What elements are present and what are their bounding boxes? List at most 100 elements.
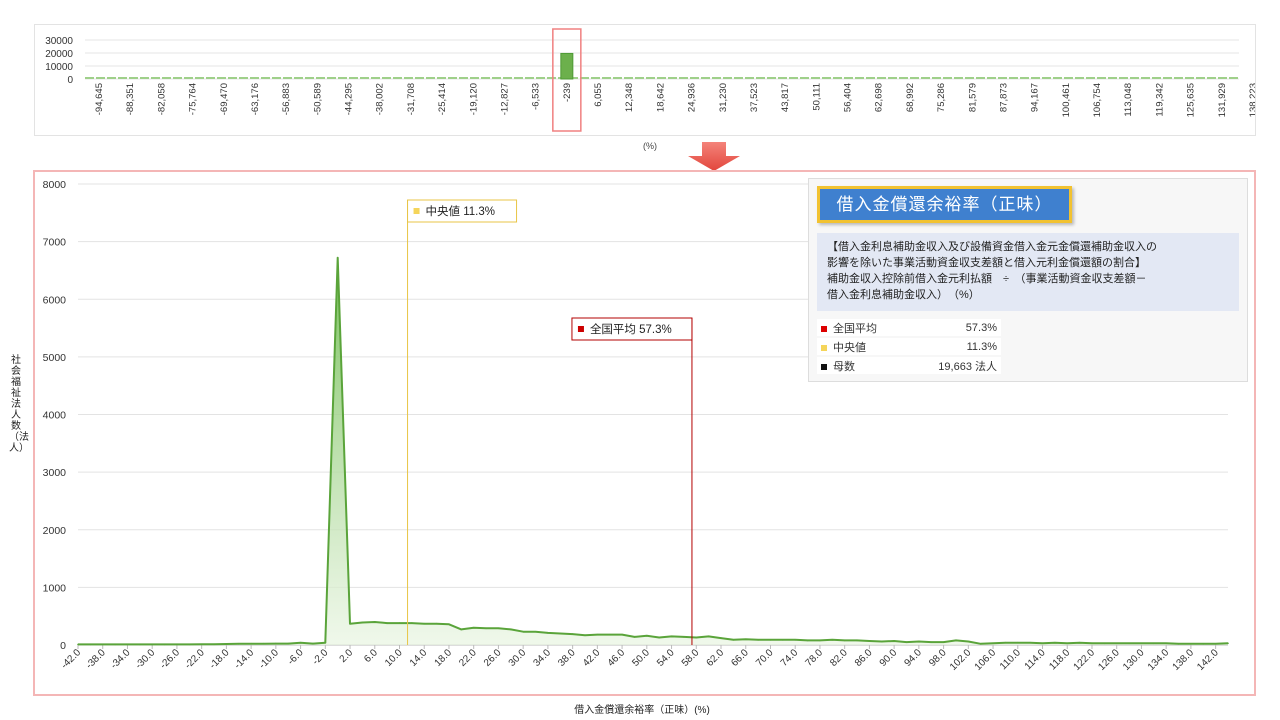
x-tick-label: 2.0	[338, 647, 356, 665]
data-point	[571, 633, 574, 635]
y-tick-label: 1000	[43, 582, 67, 594]
info-row-label: 全国平均	[833, 322, 877, 335]
data-point	[188, 643, 191, 646]
x-tick-label: 30.0	[507, 647, 529, 669]
x-tick-label: 54.0	[655, 647, 677, 669]
data-point	[89, 643, 92, 646]
data-point	[77, 643, 79, 646]
data-point	[1202, 643, 1205, 645]
data-point	[547, 632, 549, 634]
y-tick-label: 7000	[43, 237, 67, 249]
data-point	[522, 630, 524, 633]
info-desc-line: 補助金収入控除前借入金元利払額 ÷ （事業活動資金収支差額－	[827, 273, 1147, 285]
x-axis-title: 借入金償還余裕率（正味）(%)	[574, 705, 710, 716]
data-point	[918, 640, 920, 643]
data-point	[460, 628, 463, 631]
marker-square-icon	[413, 208, 420, 214]
info-row-value: 57.3%	[897, 319, 1001, 336]
data-point	[312, 642, 314, 645]
x-tick-label: 118.0	[1047, 647, 1072, 672]
data-point	[1214, 643, 1217, 645]
data-point	[720, 637, 722, 639]
marker-label-text: 全国平均 57.3%	[590, 322, 672, 336]
y-tick-label: 0	[60, 640, 66, 652]
data-point	[349, 622, 351, 625]
data-point	[608, 633, 611, 636]
x-tick-label: 114.0	[1023, 647, 1048, 672]
data-point	[646, 634, 648, 637]
data-point	[831, 639, 834, 641]
data-point	[1177, 643, 1180, 645]
y-tick-label: 4000	[43, 410, 67, 422]
data-point	[126, 643, 129, 646]
data-point	[744, 638, 747, 641]
data-point	[324, 641, 327, 644]
x-tick-label: 22.0	[457, 647, 479, 669]
data-point	[596, 633, 599, 636]
data-point	[868, 640, 871, 642]
info-row-value: 19,663 法人	[897, 357, 1001, 374]
data-point	[225, 643, 228, 645]
data-point	[287, 642, 290, 645]
x-tick-label: 66.0	[729, 647, 751, 669]
x-tick-label: 110.0	[998, 647, 1023, 672]
data-point	[151, 643, 153, 646]
data-point	[1054, 641, 1056, 644]
x-tick-label: -10.0	[257, 647, 281, 671]
data-point	[769, 639, 772, 641]
x-tick-label: 126.0	[1096, 647, 1122, 673]
data-point	[176, 643, 178, 646]
data-point	[472, 626, 475, 629]
x-tick-label: -18.0	[208, 647, 232, 671]
x-tick-label: 26.0	[482, 647, 504, 669]
x-tick-label: 58.0	[680, 647, 702, 669]
y-axis-title: 社会福祉法人数（法人）	[9, 355, 29, 454]
data-point	[757, 639, 759, 641]
data-point	[386, 622, 388, 624]
data-point	[633, 636, 636, 638]
data-point	[485, 627, 487, 630]
data-point	[139, 643, 141, 646]
data-point	[930, 641, 933, 643]
data-point	[992, 642, 994, 645]
info-stats-table: 全国平均 57.3% 中央値 11.3% 母数 19,663 法人	[817, 317, 1001, 376]
data-point	[1066, 642, 1069, 645]
y-tick-label: 6000	[43, 294, 67, 306]
data-point	[101, 643, 104, 646]
x-tick-label: -2.0	[310, 647, 330, 667]
data-point	[1103, 642, 1106, 645]
info-desc-line: 影響を除いた事業活動資金収支差額と借入元利金償還額の割合】	[827, 257, 1146, 269]
x-tick-label: 6.0	[362, 647, 380, 665]
data-point	[1128, 642, 1130, 645]
data-point	[1165, 642, 1167, 645]
data-point	[1029, 641, 1031, 644]
x-tick-label: -26.0	[158, 647, 182, 671]
data-point	[1078, 641, 1081, 644]
x-tick-label: -14.0	[232, 647, 256, 671]
count-square-icon	[821, 363, 827, 370]
data-point	[955, 639, 957, 642]
data-point	[880, 640, 883, 643]
data-point	[163, 643, 166, 646]
x-tick-label: 18.0	[433, 647, 455, 669]
x-tick-label: 78.0	[804, 647, 826, 669]
data-point	[979, 643, 982, 645]
data-point	[893, 640, 895, 642]
x-tick-label: 82.0	[828, 647, 850, 669]
data-point	[683, 636, 685, 638]
marker-label-text: 中央値 11.3%	[426, 205, 495, 218]
data-point	[361, 621, 364, 624]
x-tick-label: 98.0	[927, 647, 949, 669]
info-row-value: 11.3%	[897, 338, 1001, 355]
data-point	[1115, 642, 1118, 645]
info-description: 【借入金利息補助金収入及び設備資金借入金元金償還補助金収入の 影響を除いた事業活…	[817, 233, 1239, 311]
data-point	[967, 640, 970, 643]
data-point	[621, 633, 623, 636]
data-point	[1140, 642, 1143, 645]
x-tick-label: 122.0	[1072, 647, 1098, 673]
x-tick-label: 46.0	[606, 647, 628, 669]
data-point	[200, 643, 203, 646]
data-point	[843, 639, 846, 642]
data-point	[658, 636, 660, 639]
y-tick-label: 2000	[43, 525, 67, 537]
